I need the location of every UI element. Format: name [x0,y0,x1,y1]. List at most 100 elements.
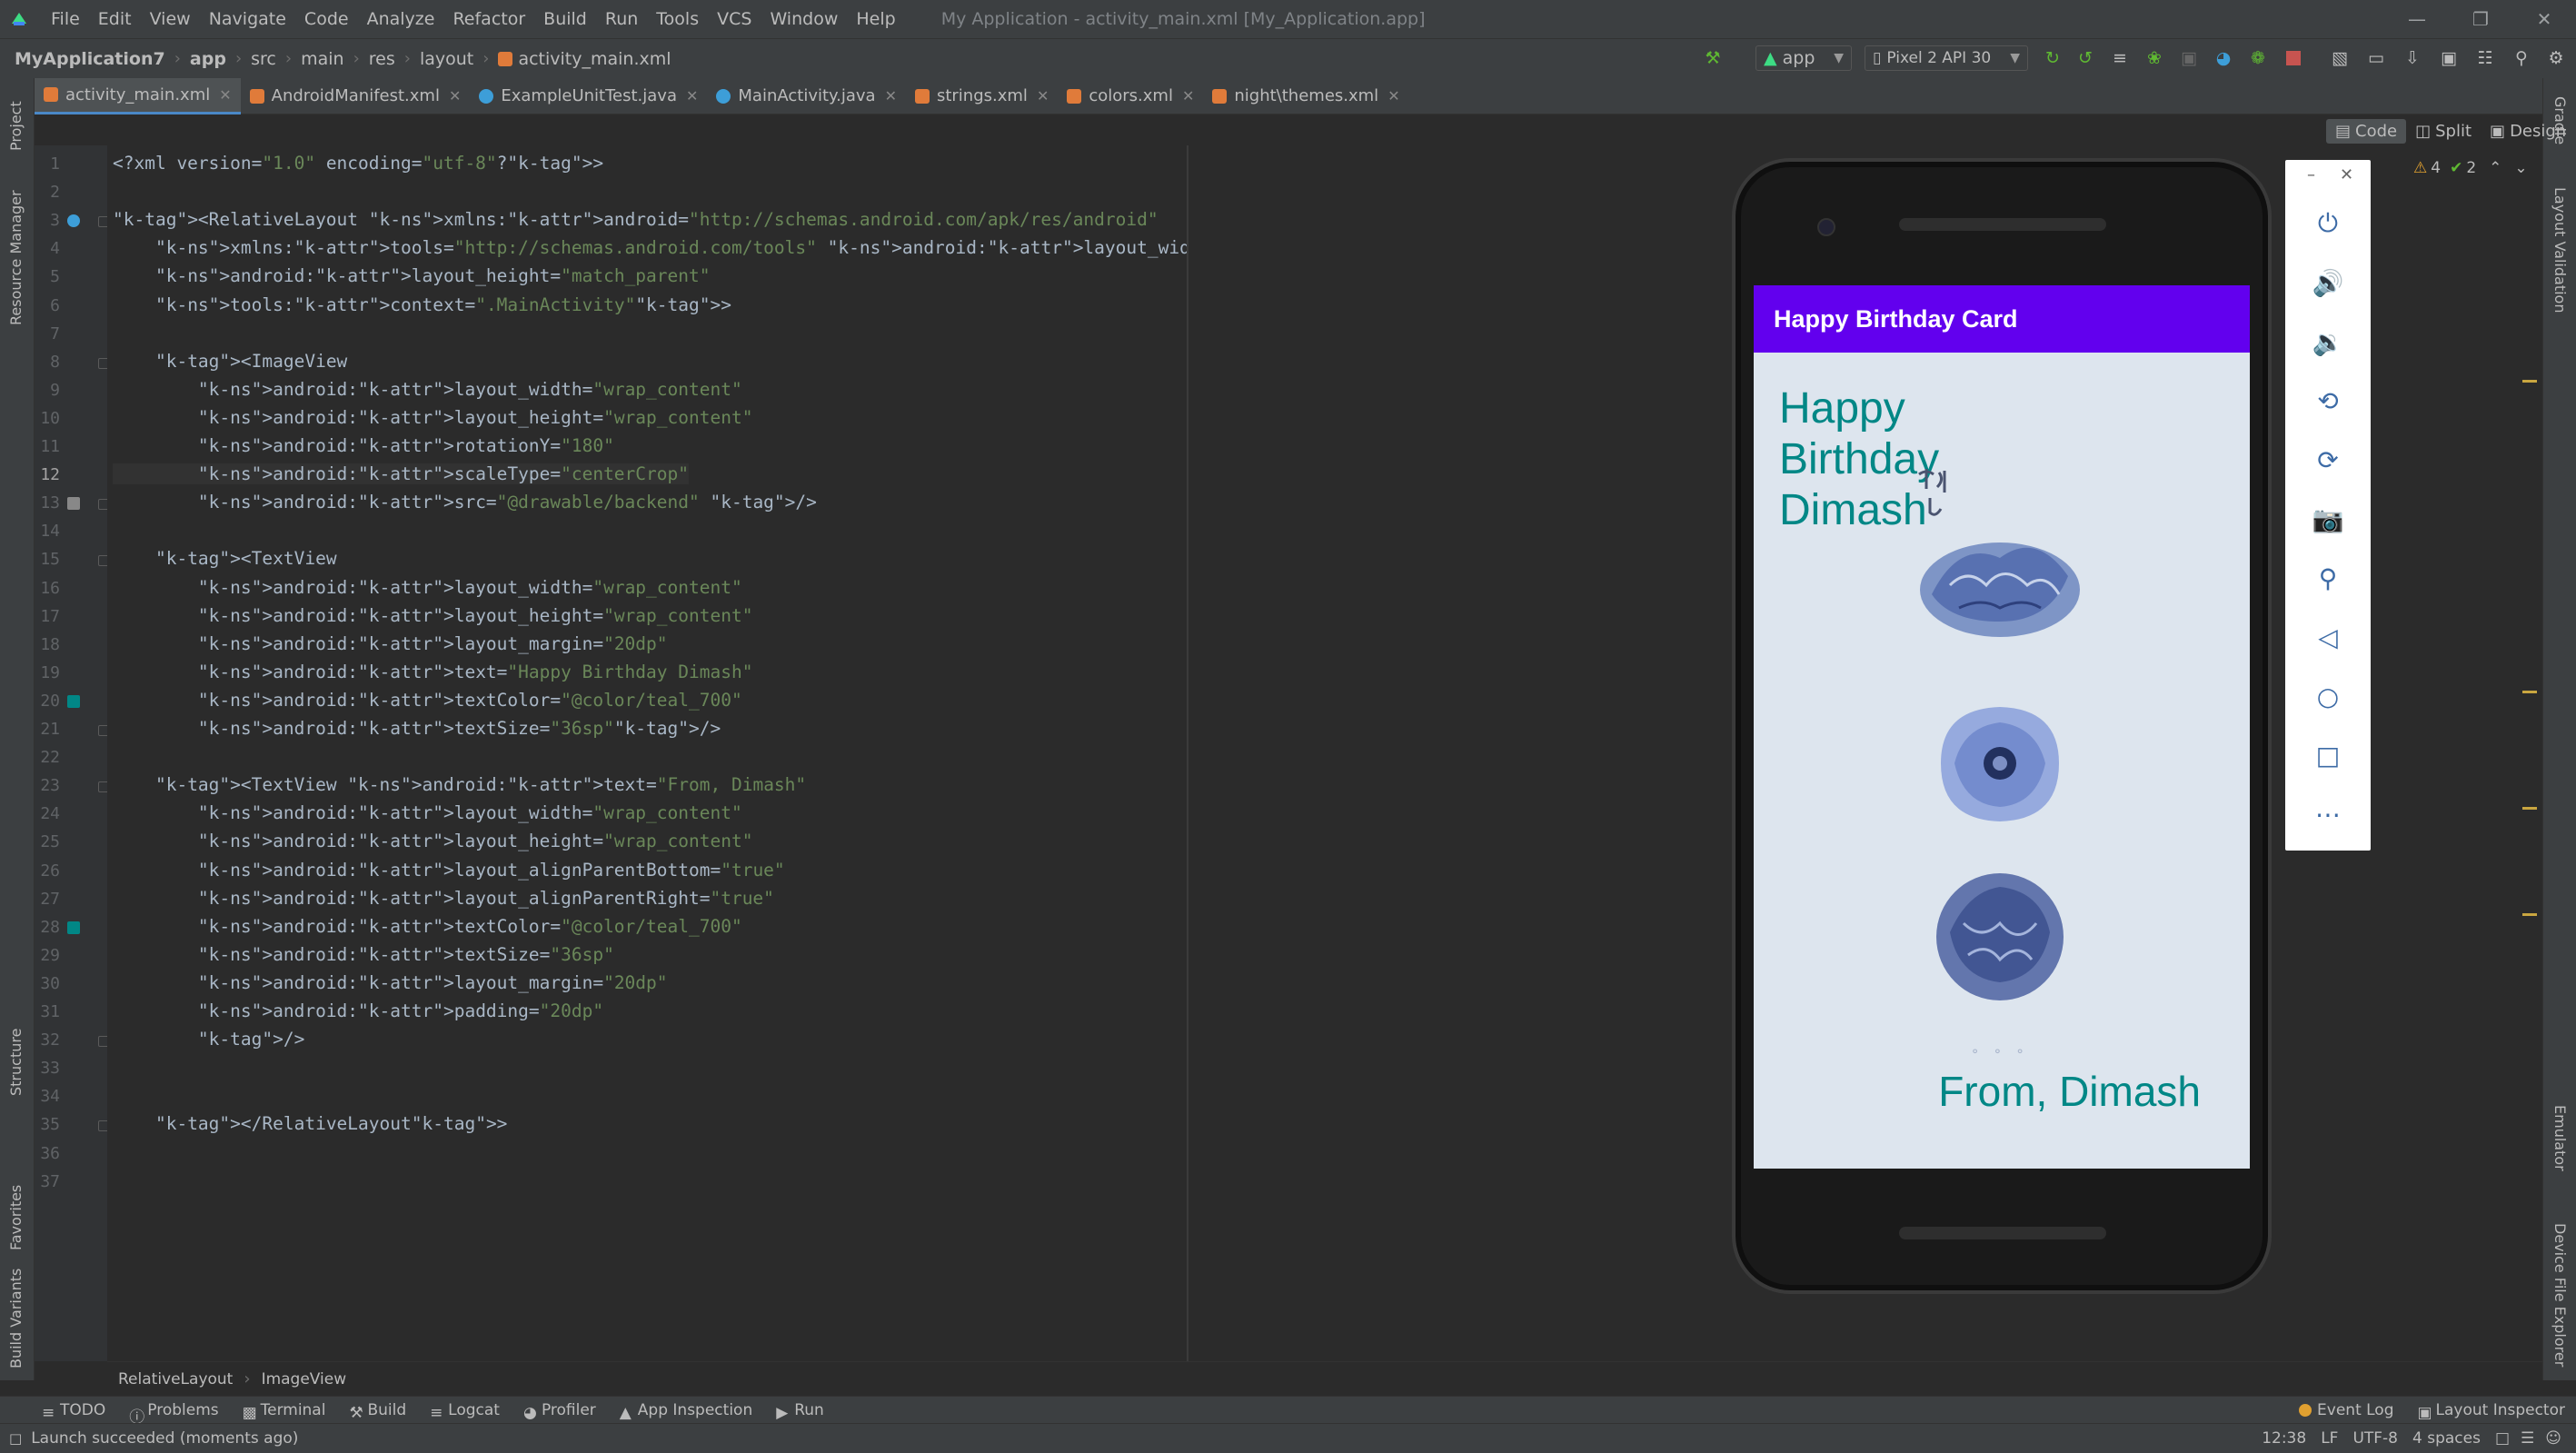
color-swatch-icon[interactable] [67,694,80,708]
close-icon[interactable]: ✕ [2340,165,2353,184]
warning-marker[interactable] [2522,807,2537,810]
code-line[interactable]: "k-ns">android:"k-attr">textColor="@colo… [113,916,742,937]
profile-icon[interactable]: ◕ [2210,45,2237,71]
tool-project[interactable]: Project [7,101,25,151]
breadcrumb-app[interactable]: app [190,49,226,69]
coverage-icon[interactable]: ▣ [2175,45,2203,71]
close-tab-icon[interactable]: ✕ [686,87,698,104]
tab-night-themes[interactable]: night\themes.xml ✕ [1203,78,1408,114]
class-marker-icon[interactable] [67,214,80,228]
menu-analyze[interactable]: Analyze [367,9,435,29]
chevron-up-icon[interactable]: ⌃ [2489,159,2501,177]
home-icon[interactable]: ○ [2285,673,2371,719]
volume-down-icon[interactable]: 🔉 [2285,319,2371,364]
code-line[interactable]: "k-ns">android:"k-attr">textColor="@colo… [113,690,742,711]
tool-problems[interactable]: ⓘ Problems [129,1401,218,1427]
code-line[interactable]: "k-ns">android:"k-attr">layout_width="wr… [113,577,742,598]
rotate-right-icon[interactable]: ⟳ [2285,437,2371,483]
tool-profiler[interactable]: ◕ Profiler [523,1401,596,1422]
run-config-select[interactable]: ▲ app ▼ [1755,45,1852,71]
caret-position[interactable]: 12:38 [2262,1429,2306,1448]
code-line[interactable]: "k-ns">android:"k-attr">padding="20dp" [113,1000,603,1021]
volume-up-icon[interactable]: 🔊 [2285,260,2371,305]
chevron-down-icon[interactable]: ⌄ [2514,159,2527,177]
code-line[interactable]: "k-ns">android:"k-attr">layout_alignPare… [113,888,774,909]
close-tab-icon[interactable]: ✕ [1182,87,1194,104]
tool-structure[interactable]: Structure [7,1029,25,1096]
apply-code-changes-icon[interactable]: ↺ [2072,45,2099,71]
tool-favorites[interactable]: Favorites [7,1185,25,1250]
code-line[interactable]: "k-tag"><TextView "k-ns">android:"k-attr… [113,774,806,795]
indent-setting[interactable]: 4 spaces [2412,1429,2481,1448]
close-tab-icon[interactable]: ✕ [1387,87,1399,104]
tab-android-manifest[interactable]: AndroidManifest.xml ✕ [241,78,471,114]
smiley-icon[interactable]: ☺ [2545,1429,2561,1448]
tool-build[interactable]: ⚒ Build [349,1401,406,1422]
code-line[interactable]: "k-tag">/> [113,1029,304,1050]
sdk-manager-icon[interactable]: ⇩ [2399,45,2426,71]
code-line[interactable]: "k-ns">android:"k-attr">scaleType="cente… [113,463,689,485]
code-line[interactable]: "k-ns">android:"k-attr">layout_height="w… [113,605,753,626]
tool-build-variants[interactable]: Build Variants [7,1269,25,1368]
breadcrumb-src[interactable]: src [251,49,276,69]
menu-build[interactable]: Build [543,9,587,29]
menu-vcs[interactable]: VCS [717,9,751,29]
code-line[interactable]: "k-tag"><RelativeLayout "k-ns">xmlns:"k-… [113,209,1159,230]
assistant-icon[interactable]: ☷ [2472,45,2499,71]
breadcrumb-project[interactable]: MyApplication7 [15,49,165,69]
lock-icon[interactable]: □ [2495,1429,2510,1448]
code-line[interactable]: "k-ns">xmlns:"k-attr">tools="http://sche… [113,237,1371,258]
code-line[interactable]: "k-ns">android:"k-attr">layout_height="w… [113,407,753,428]
tool-emulator[interactable]: Emulator [2551,1105,2569,1171]
tab-colors[interactable]: colors.xml ✕ [1058,78,1203,114]
power-icon[interactable]: ⏻ [2285,201,2371,246]
code-line[interactable]: "k-ns">android:"k-attr">layout_margin="2… [113,633,668,654]
menu-tools[interactable]: Tools [656,9,699,29]
warning-marker[interactable] [2522,691,2537,693]
menu-window[interactable]: Window [770,9,838,29]
tab-example-unit-test[interactable]: ExampleUnitTest.java ✕ [470,78,707,114]
code-line[interactable]: "k-ns">android:"k-attr">src="@drawable/b… [113,492,817,513]
tool-run[interactable]: ▶ Run [776,1401,824,1422]
menu-view[interactable]: View [150,9,191,29]
code-line[interactable]: "k-ns">tools:"k-attr">context=".MainActi… [113,294,731,315]
menu-navigate[interactable]: Navigate [209,9,286,29]
attach-debugger-icon[interactable]: ❁ [2244,45,2272,71]
menu-code[interactable]: Code [304,9,349,29]
apply-changes-icon[interactable]: ↻ [2039,45,2066,71]
color-swatch-icon[interactable] [67,921,80,934]
tool-resource-manager[interactable]: Resource Manager [7,190,25,325]
tool-terminal[interactable]: ▩ Terminal [243,1401,326,1422]
view-mode-design[interactable]: ▣ Design [2481,119,2575,144]
tool-layout-inspector[interactable]: ▣ Layout Inspector [2418,1401,2566,1422]
tab-main-activity[interactable]: MainActivity.java ✕ [707,78,906,114]
tool-todo[interactable]: ≡ TODO [42,1401,105,1422]
image-preview-icon[interactable] [67,497,80,511]
line-separator[interactable]: LF [2321,1429,2338,1448]
code-line[interactable]: "k-ns">android:"k-attr">layout_height="m… [113,265,711,286]
code-line[interactable]: "k-tag"><TextView [113,548,337,569]
code-line[interactable]: "k-ns">android:"k-attr">layout_width="wr… [113,379,742,400]
warning-marker[interactable] [2522,380,2537,383]
debug-icon[interactable]: ❀ [2141,45,2168,71]
menu-refactor[interactable]: Refactor [453,9,525,29]
tab-activity-main[interactable]: activity_main.xml ✕ [35,77,241,114]
code-line[interactable]: "k-ns">android:"k-attr">layout_width="wr… [113,802,742,823]
tool-device-file-explorer[interactable]: Device File Explorer [2551,1223,2569,1367]
breadcrumb-main[interactable]: main [301,49,343,69]
code-line[interactable]: "k-tag"><ImageView [113,351,347,372]
menu-run[interactable]: Run [605,9,638,29]
view-mode-split[interactable]: ◫ Split [2406,119,2481,144]
code-line[interactable]: "k-ns">android:"k-attr">textSize="36sp""… [113,718,721,739]
run-list-icon[interactable]: ≡ [2106,45,2133,71]
code-line[interactable]: <?xml version="1.0" encoding="utf-8"?"k-… [113,153,603,174]
minimize-icon[interactable]: — [2385,0,2449,38]
device-manager-icon[interactable]: ▣ [2435,45,2462,71]
code-line[interactable]: "k-ns">android:"k-attr">layout_alignPare… [113,860,785,881]
sync-project-icon[interactable]: ▧ [2326,45,2353,71]
tool-layout-validation[interactable]: Layout Validation [2551,187,2569,313]
inspection-widget[interactable]: ⚠ 4 ✔ 2 ⌃ ⌄ [2413,156,2528,180]
close-icon[interactable]: ✕ [2512,0,2576,38]
tool-app-inspection[interactable]: ▲ App Inspection [620,1401,752,1422]
maximize-icon[interactable]: ❐ [2449,0,2512,38]
